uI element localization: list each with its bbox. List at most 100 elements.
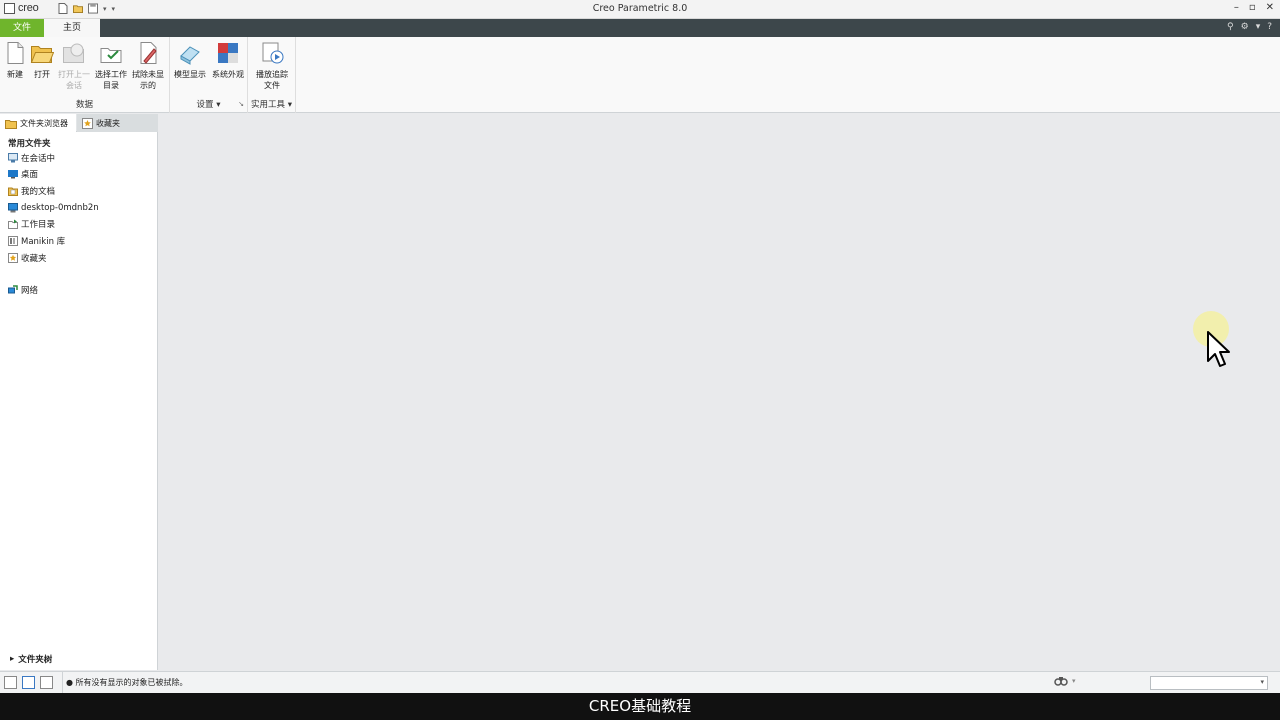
folder-item-label: 工作目录 <box>21 220 56 230</box>
erase-label-line2: 示的 <box>140 81 156 90</box>
system-appearance-icon <box>218 43 238 63</box>
utilities-label-text: 实用工具 <box>251 100 286 110</box>
erase-icon <box>140 42 157 64</box>
playback-label-line1: 播放追踪 <box>256 70 288 79</box>
tab-favorites-label: 收藏夹 <box>96 118 120 128</box>
playback-trail-file-button[interactable]: 播放追踪 文件 <box>253 41 291 91</box>
folder-item-label: 收藏夹 <box>21 254 47 264</box>
chevron-down-icon: ▾ <box>287 100 292 110</box>
monitor-icon <box>8 153 18 163</box>
graphics-area[interactable] <box>159 114 1280 670</box>
model-display-button[interactable]: 模型显示 <box>171 41 209 80</box>
mouse-cursor <box>1193 311 1239 375</box>
favorites-icon <box>82 117 93 129</box>
folder-item-favorites[interactable]: 收藏夹 <box>8 251 47 265</box>
working-directory-icon <box>100 48 122 63</box>
status-bar-toggles <box>4 676 53 689</box>
ribbon-tab-bar: 文件 主页 ⚲ ⚙ ▾ ? <box>0 19 1280 37</box>
tab-folder-browser[interactable]: 文件夹浏览器 <box>0 114 76 132</box>
ribbon-group-utilities-label[interactable]: 实用工具 ▾ <box>248 98 295 110</box>
folder-item-label: Manikin 库 <box>21 237 66 247</box>
open-last-session-icon <box>63 43 84 63</box>
favorites-icon <box>8 253 18 263</box>
folder-item-computer[interactable]: desktop-0mdnb2n <box>8 201 99 215</box>
find-icon[interactable] <box>1054 675 1068 687</box>
folder-item-label: 我的文档 <box>21 187 56 197</box>
erase-not-displayed-button[interactable]: 拭除未显 示的 <box>129 41 167 91</box>
chevron-down-icon: ▾ <box>216 100 221 110</box>
folder-item-in-session[interactable]: 在会话中 <box>8 151 55 165</box>
find-dropdown-icon[interactable]: ▾ <box>1072 677 1076 685</box>
chevron-down-icon: ▾ <box>1260 678 1264 686</box>
open-folder-icon <box>30 46 54 63</box>
common-folders-title: 常用文件夹 <box>8 139 51 149</box>
documents-icon <box>8 187 18 196</box>
tabbar-right-tools: ⚲ ⚙ ▾ ? <box>1227 22 1272 32</box>
folder-item-label: 网络 <box>21 286 39 296</box>
settings-icon[interactable]: ⚙ <box>1241 22 1249 32</box>
chevron-right-icon: ▸ <box>10 654 15 664</box>
tab-favorites[interactable]: 收藏夹 <box>77 114 158 132</box>
chevron-down-icon[interactable]: ▾ <box>1256 22 1261 32</box>
folder-item-label: 在会话中 <box>21 154 56 164</box>
selection-filter-dropdown[interactable]: ▾ <box>1150 676 1268 690</box>
model-display-label: 模型显示 <box>174 70 206 79</box>
minimize-button[interactable]: – <box>1234 2 1239 13</box>
folder-item-desktop[interactable]: 桌面 <box>8 167 38 181</box>
open-last-session-label-line2: 会话 <box>66 81 82 90</box>
folder-tree-label: 文件夹树 <box>18 655 53 665</box>
open-last-session-label-line1: 打开上一 <box>58 70 90 79</box>
dialog-launcher-icon[interactable]: ↘ <box>238 100 244 108</box>
window-title: Creo Parametric 8.0 <box>592 3 688 14</box>
navigator-toggle-icon[interactable] <box>4 676 17 689</box>
desktop-icon <box>8 170 18 179</box>
fullscreen-toggle-icon[interactable] <box>40 676 53 689</box>
folder-item-label: desktop-0mdnb2n <box>21 203 99 213</box>
folder-browser-icon <box>5 119 17 129</box>
arrow-cursor-icon <box>1207 331 1230 367</box>
ribbon-group-data-label: 数据 <box>75 100 93 110</box>
folder-item-network[interactable]: 网络 <box>8 283 38 297</box>
library-icon <box>8 236 18 246</box>
select-working-directory-label-line2: 目录 <box>103 81 119 90</box>
ribbon-group-data: 新建 打开 打开上一 会话 选择工作 目录 拭除未显 示的 数据 <box>0 37 170 113</box>
close-button[interactable]: ✕ <box>1266 2 1274 13</box>
status-message: ● 所有没有显示的对象已被拭除。 <box>62 672 188 694</box>
playback-trail-icon <box>262 42 284 64</box>
select-working-directory-label-line1: 选择工作 <box>95 70 127 79</box>
title-bar: creo ▾ ▾ Creo Parametric 8.0 – ▫ ✕ <box>0 0 1280 19</box>
tab-folder-browser-label: 文件夹浏览器 <box>20 118 68 128</box>
ribbon-group-utilities: 播放追踪 文件 实用工具 ▾ <box>248 37 296 113</box>
ribbon: 新建 打开 打开上一 会话 选择工作 目录 拭除未显 示的 数据 模型显示 系统… <box>0 37 1280 113</box>
select-working-directory-button[interactable]: 选择工作 目录 <box>92 41 130 91</box>
erase-label-line1: 拭除未显 <box>132 70 164 79</box>
folder-item-working-directory[interactable]: 工作目录 <box>8 217 55 231</box>
video-caption: CREO基础教程 <box>0 693 1280 720</box>
folder-item-manikin-library[interactable]: Manikin 库 <box>8 234 65 248</box>
open-last-session-button[interactable]: 打开上一 会话 <box>55 41 93 91</box>
ribbon-group-settings: 模型显示 系统外观 设置 ▾ ↘ <box>170 37 248 113</box>
selection-tools: ▾ <box>1054 675 1076 687</box>
system-appearance-label: 系统外观 <box>212 70 244 79</box>
folder-tree-toggle[interactable]: ▸ 文件夹树 <box>10 653 52 665</box>
working-dir-icon <box>8 219 18 229</box>
playback-label-line2: 文件 <box>264 81 280 90</box>
settings-label-text: 设置 <box>196 100 214 110</box>
folder-item-label: 桌面 <box>21 170 39 180</box>
search-icon[interactable]: ⚲ <box>1227 22 1234 32</box>
system-appearance-button[interactable]: 系统外观 <box>209 41 247 80</box>
browser-toggle-icon[interactable] <box>22 676 35 689</box>
help-icon[interactable]: ? <box>1267 22 1272 32</box>
computer-icon <box>8 203 18 213</box>
network-icon <box>8 285 18 294</box>
folder-item-documents[interactable]: 我的文档 <box>8 184 55 198</box>
tab-file[interactable]: 文件 <box>0 19 44 37</box>
model-display-icon <box>180 46 200 65</box>
ribbon-group-settings-label[interactable]: 设置 ▾ <box>170 98 247 110</box>
restore-button[interactable]: ▫ <box>1249 2 1256 13</box>
navigator-tabs: 文件夹浏览器 收藏夹 <box>0 114 158 132</box>
window-controls: – ▫ ✕ <box>1234 2 1274 13</box>
tab-home[interactable]: 主页 <box>44 19 100 37</box>
status-bar: ● 所有没有显示的对象已被拭除。 ▾ ▾ <box>0 671 1280 694</box>
navigator-panel: 文件夹浏览器 收藏夹 常用文件夹 在会话中 桌面 我的文档 desktop-0m… <box>0 114 158 670</box>
